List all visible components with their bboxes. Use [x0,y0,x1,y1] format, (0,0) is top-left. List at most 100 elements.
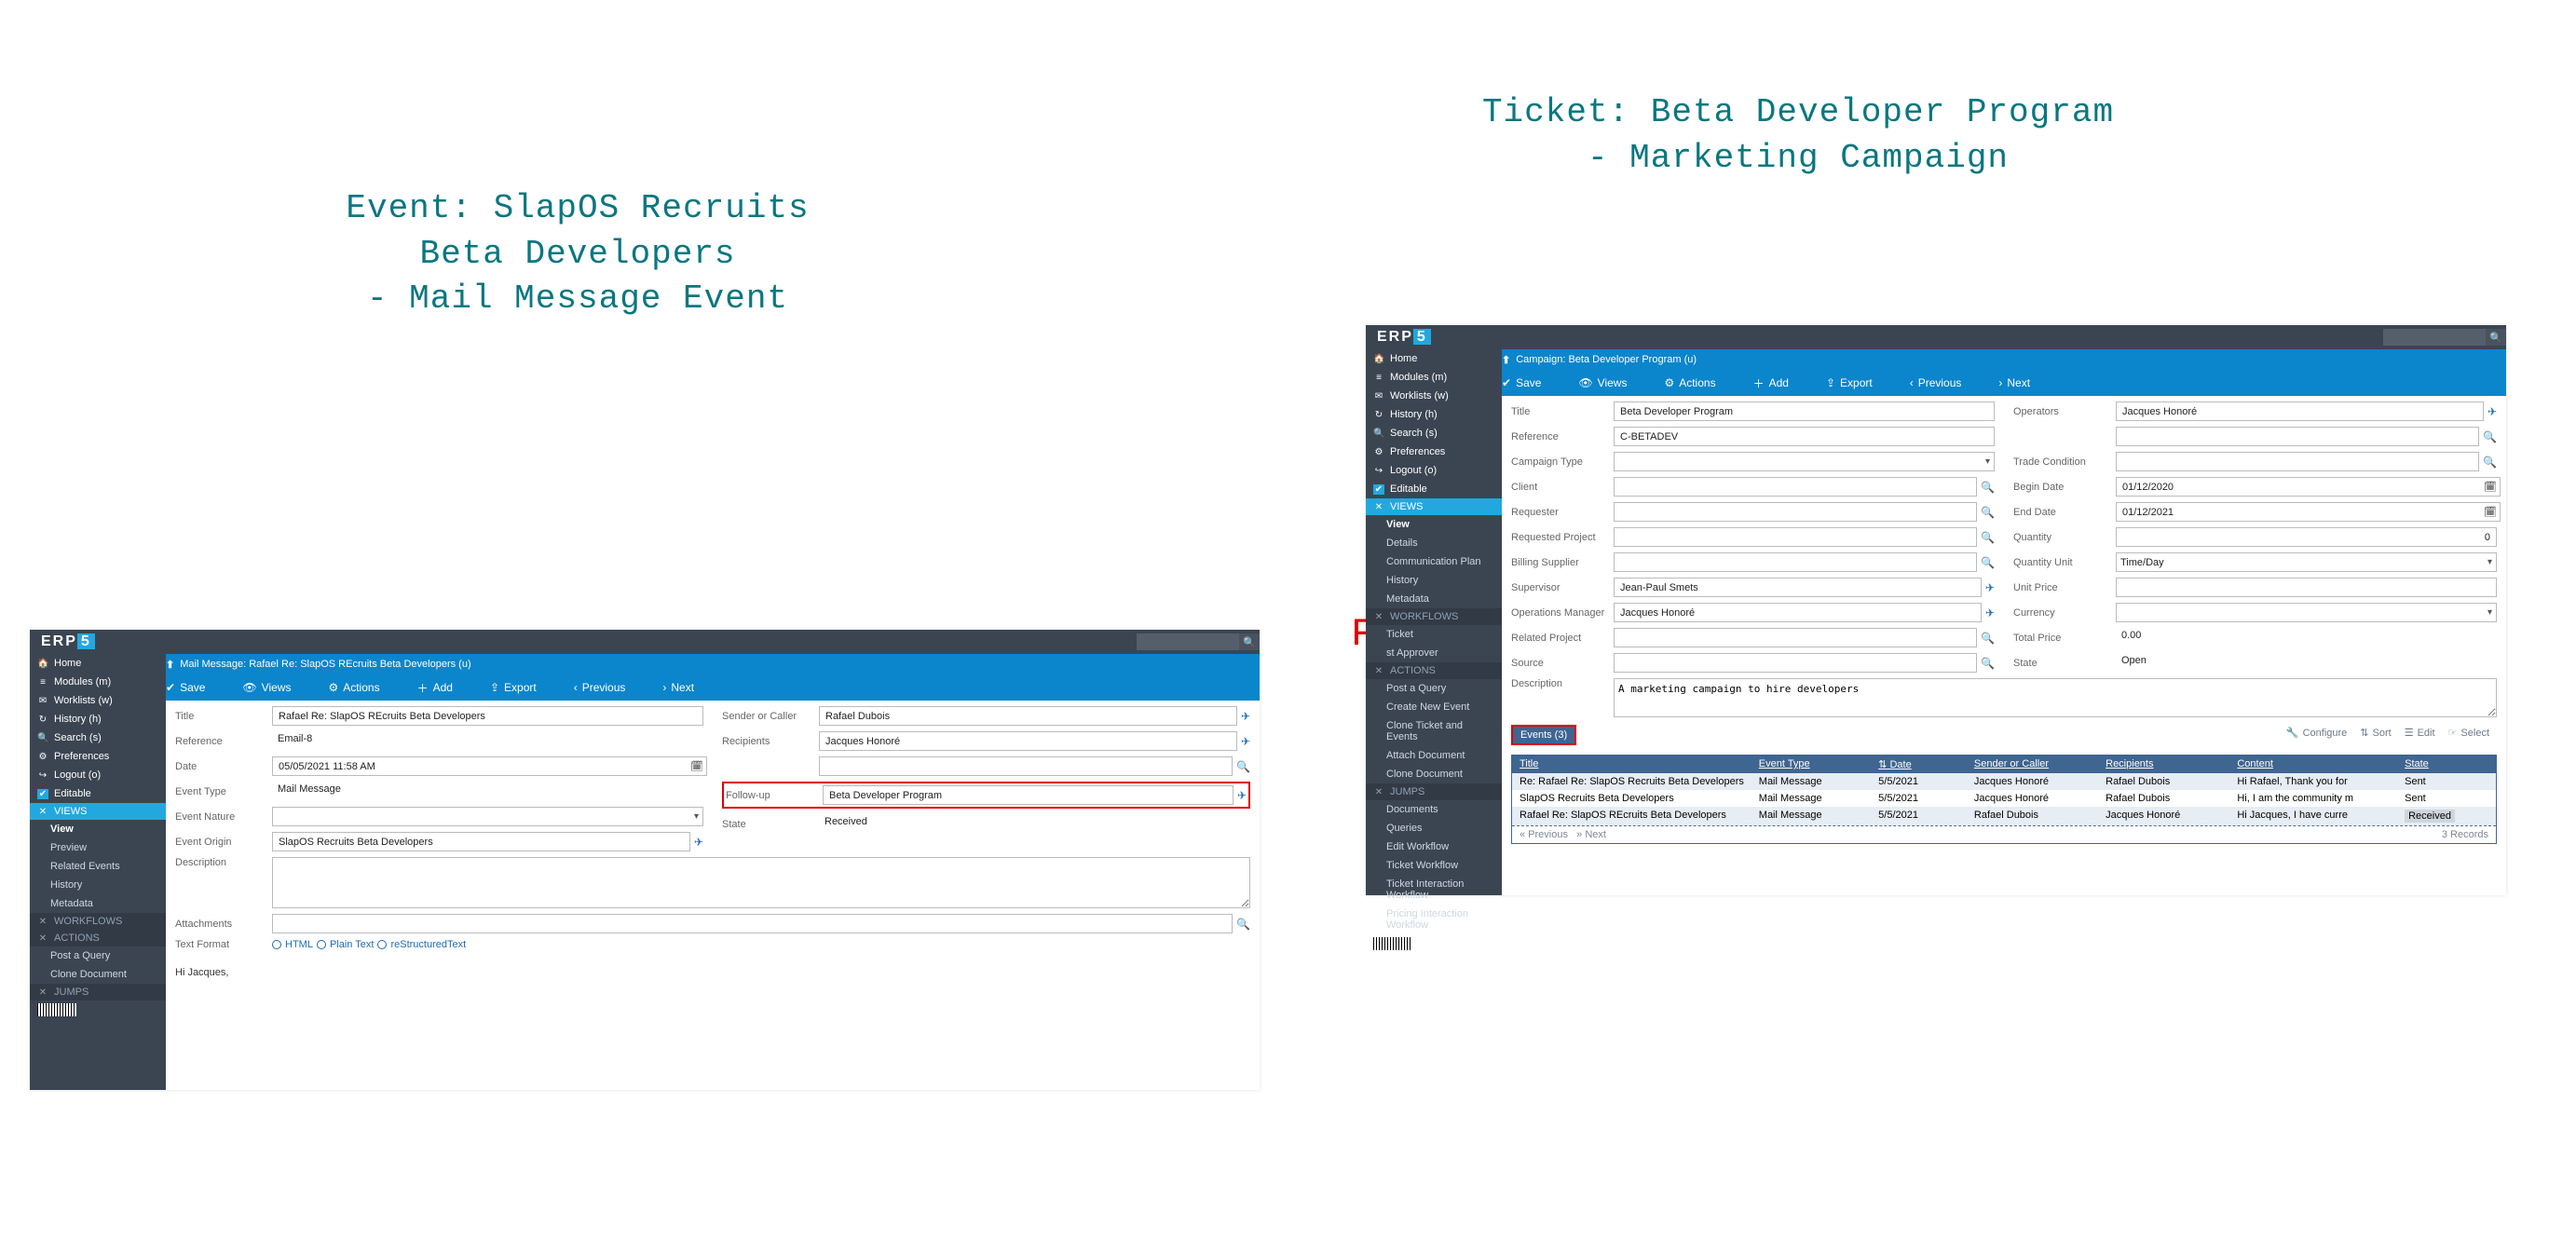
events-col-header[interactable]: ⇅ Date [1878,758,1974,770]
table-row[interactable]: Re: Rafael Re: SlapOS Recruits Beta Deve… [1512,773,2496,790]
plane-icon[interactable]: ✈ [1241,710,1250,723]
quantity-input[interactable] [2116,527,2497,547]
sidebar-item[interactable]: 🏠Home [1366,349,1502,368]
sidebar-subitem[interactable]: Documents [1366,800,1502,819]
campaign-type-select[interactable]: ▾ [1614,452,1995,471]
related-project-input[interactable] [1614,628,1977,647]
attachments-input[interactable] [272,914,1233,933]
text-format-radio[interactable]: HTML [272,939,313,950]
sidebar-item[interactable]: ↻History (h) [30,710,166,728]
edit-button[interactable]: ☰Edit [2405,727,2435,739]
sidebar-subitem[interactable]: Metadata [1366,590,1502,608]
toolbar-actions[interactable]: ⚙Actions [1664,376,1715,389]
sidebar-item[interactable]: ✔Editable [1366,480,1502,498]
table-row[interactable]: SlapOS Recruits Beta DevelopersMail Mess… [1512,790,2496,807]
sidebar-subitem[interactable]: Clone Ticket and Events [1366,716,1502,746]
sidebar-item[interactable]: ⚙Preferences [1366,442,1502,461]
plane-icon[interactable]: ✈ [1985,581,1995,594]
sidebar-subitem[interactable]: Preview [30,838,166,857]
sidebar-subitem[interactable]: View [30,820,166,838]
billing-supplier-input[interactable] [1614,552,1977,572]
search-icon[interactable]: 🔍 [1981,506,1995,519]
sidebar-item[interactable]: ⚙Preferences [30,747,166,766]
sidebar-section[interactable]: ✕VIEWS [1366,498,1502,515]
reference-input[interactable] [1614,427,1995,446]
prev-page[interactable]: « Previous [1520,829,1568,840]
sidebar-section[interactable]: ✕WORKFLOWS [30,913,166,930]
toolbar-next[interactable]: ›Next [1998,376,2030,389]
sidebar-section[interactable]: ✕WORKFLOWS [1366,608,1502,625]
toolbar-add[interactable]: ＋Add [417,680,453,696]
sidebar-subitem[interactable]: Edit Workflow [1366,837,1502,856]
toolbar-next[interactable]: ›Next [662,681,694,694]
recipients-extra-input[interactable] [819,756,1233,776]
events-col-header[interactable]: Sender or Caller [1974,758,2106,770]
up-arrow-icon[interactable]: ⬆ [1502,354,1510,366]
sidebar-item[interactable]: ↪Logout (o) [1366,461,1502,480]
sidebar-subitem[interactable]: Clone Document [1366,765,1502,783]
sidebar-subitem[interactable]: Communication Plan [1366,552,1502,571]
operators-input[interactable] [2116,402,2484,421]
sidebar-item[interactable]: ✉Worklists (w) [30,691,166,710]
calendar-icon[interactable]: 🗓 [2484,481,2497,493]
date-input[interactable] [272,756,707,776]
calendar-icon[interactable]: 🗓 [690,760,703,772]
sidebar-subitem[interactable]: Post a Query [30,946,166,965]
events-col-header[interactable]: Event Type [1759,758,1878,770]
sidebar-item[interactable]: ✔Editable [30,784,166,803]
plane-icon[interactable]: ✈ [1985,606,1995,620]
toolbar-export[interactable]: ⇪Export [490,681,537,694]
search-icon[interactable]: 🔍 [2486,329,2506,346]
unit-price-input[interactable] [2116,578,2497,597]
sidebar-section[interactable]: ✕VIEWS [30,803,166,820]
sidebar-subitem[interactable]: Metadata [30,894,166,913]
toolbar-actions[interactable]: ⚙Actions [328,681,379,694]
recipients-input[interactable] [819,731,1237,751]
up-arrow-icon[interactable]: ⬆ [166,659,174,671]
toolbar-views[interactable]: 👁Views [1578,376,1627,389]
sender-input[interactable] [819,706,1237,726]
events-col-header[interactable]: Content [2237,758,2405,770]
toolbar-previous[interactable]: ‹Previous [574,681,626,694]
sidebar-subitem[interactable]: Ticket [1366,625,1502,644]
text-format-radio[interactable]: Plain Text [317,939,375,950]
sidebar-section[interactable]: ✕ACTIONS [30,930,166,946]
event-nature-select[interactable]: ▾ [272,807,703,826]
currency-select[interactable]: ▾ [2116,603,2497,622]
trade-condition-input[interactable] [2116,452,2479,471]
sidebar-subitem[interactable]: History [30,876,166,894]
sidebar-subitem[interactable]: Create New Event [1366,698,1502,716]
sidebar-section[interactable]: ✕ACTIONS [1366,662,1502,679]
text-format-radio[interactable]: reStructuredText [377,939,466,950]
end-date-input[interactable] [2116,502,2501,522]
sidebar-subitem[interactable]: Details [1366,534,1502,552]
search-icon[interactable]: 🔍 [2483,456,2497,469]
search-icon[interactable]: 🔍 [1981,531,1995,544]
sidebar-subitem[interactable]: Pricing Interaction Workflow [1366,905,1502,934]
toolbar-previous[interactable]: ‹Previous [1910,376,1962,389]
sidebar-item[interactable]: ↻History (h) [1366,405,1502,424]
search-icon[interactable]: 🔍 [1981,481,1995,494]
search-icon[interactable]: 🔍 [1981,556,1995,569]
quantity-unit-select[interactable]: Time/Day▾ [2116,552,2497,572]
plane-icon[interactable]: ✈ [2487,405,2497,418]
global-search-input[interactable] [1137,633,1239,650]
search-icon[interactable]: 🔍 [1239,633,1260,650]
search-icon[interactable]: 🔍 [1236,760,1250,773]
requested-project-input[interactable] [1614,527,1977,547]
plane-icon[interactable]: ✈ [1241,735,1250,748]
description-input[interactable] [272,857,1250,908]
toolbar-save[interactable]: ✔Save [166,681,205,694]
sidebar-subitem[interactable]: Queries [1366,819,1502,837]
source-input[interactable] [1614,653,1977,673]
supervisor-input[interactable] [1614,578,1982,597]
followup-input[interactable] [823,785,1233,805]
search-icon[interactable]: 🔍 [1981,657,1995,670]
sidebar-subitem[interactable]: st Approver [1366,644,1502,662]
search-icon[interactable]: 🔍 [2483,430,2497,443]
sidebar-section[interactable]: ✕JUMPS [1366,783,1502,800]
toolbar-export[interactable]: ⇪Export [1826,376,1873,389]
sidebar-subitem[interactable]: Clone Document [30,965,166,984]
sidebar-subitem[interactable]: View [1366,515,1502,534]
search-icon[interactable]: 🔍 [1981,632,1995,645]
